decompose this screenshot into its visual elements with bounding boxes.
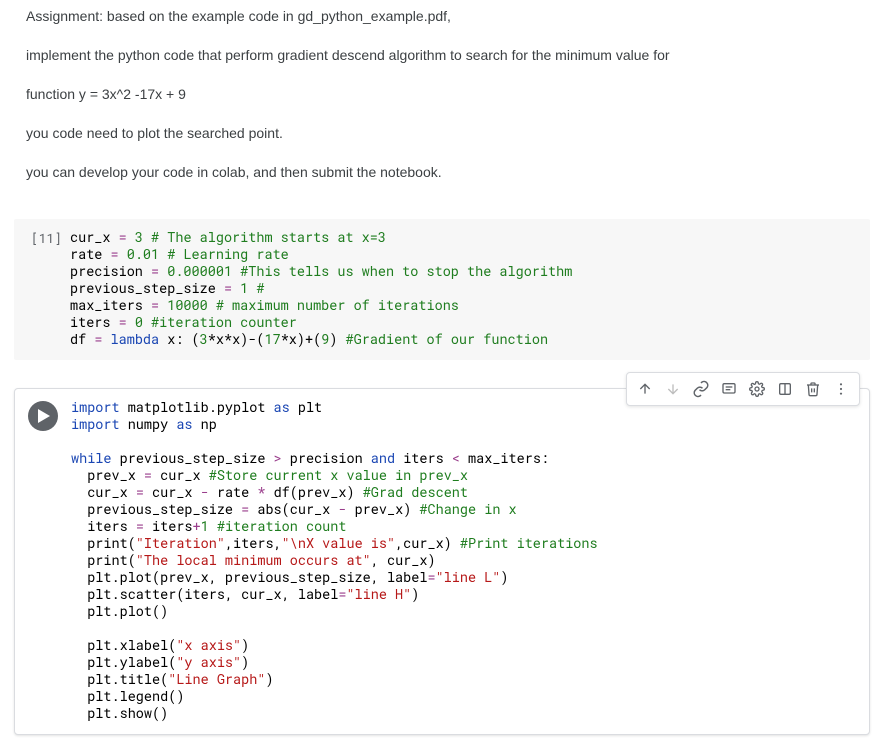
- arrow-up-icon: [637, 381, 653, 397]
- code-cell-1: [11] cur_x = 3 # The algorithm starts at…: [14, 219, 870, 360]
- settings-button[interactable]: [743, 375, 771, 403]
- gear-icon: [749, 381, 765, 397]
- mirror-button[interactable]: [771, 375, 799, 403]
- delete-button[interactable]: [799, 375, 827, 403]
- move-down-button[interactable]: [659, 375, 687, 403]
- assignment-line-3: function y = 3x^2 -17x + 9: [26, 84, 858, 105]
- cell-toolbar: [626, 372, 860, 406]
- execution-count: [11]: [14, 227, 70, 352]
- assignment-text-cell: Assignment: based on the example code in…: [0, 0, 884, 215]
- code-cell-2-active: import matplotlib.pyplot as plt import n…: [14, 388, 870, 735]
- mirror-icon: [777, 381, 793, 397]
- assignment-line-1: Assignment: based on the example code in…: [26, 6, 858, 27]
- comment-button[interactable]: [715, 375, 743, 403]
- assignment-line-4: you code need to plot the searched point…: [26, 123, 858, 144]
- trash-icon: [805, 381, 821, 397]
- more-button[interactable]: [827, 375, 855, 403]
- code-editor[interactable]: import matplotlib.pyplot as plt import n…: [71, 397, 869, 726]
- code-editor-readonly[interactable]: cur_x = 3 # The algorithm starts at x=3 …: [70, 227, 870, 352]
- move-up-button[interactable]: [631, 375, 659, 403]
- arrow-down-icon: [665, 381, 681, 397]
- more-vertical-icon: [833, 381, 849, 397]
- run-cell-button[interactable]: [28, 401, 58, 431]
- assignment-line-5: you can develop your code in colab, and …: [26, 162, 858, 183]
- play-icon: [38, 409, 50, 423]
- link-icon: [692, 380, 710, 398]
- comment-icon: [721, 381, 737, 397]
- assignment-line-2: implement the python code that perform g…: [26, 45, 858, 66]
- link-button[interactable]: [687, 375, 715, 403]
